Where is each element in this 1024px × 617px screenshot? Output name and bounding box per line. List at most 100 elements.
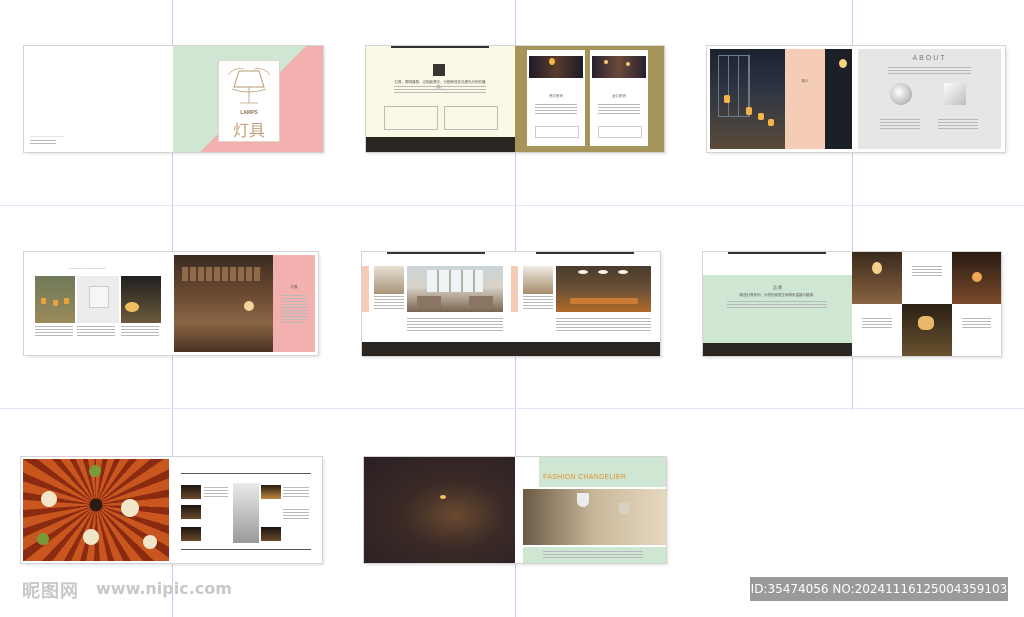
gallery-thumb	[261, 485, 281, 499]
interiors-pink-tab	[511, 266, 518, 312]
pendant-lamp-icon	[64, 298, 69, 304]
products-pink-panel: 灯具	[273, 255, 315, 352]
gallery-lines	[204, 487, 228, 497]
brand-cell-lines	[862, 318, 892, 330]
lamp-logo-icon	[227, 68, 271, 104]
window-frame	[427, 270, 483, 292]
lamp-glow-icon	[626, 62, 630, 66]
about-page: ABOUT	[858, 49, 1001, 149]
gallery-thumb	[181, 527, 201, 541]
intro-top-rule	[391, 46, 489, 48]
brand-green-title: 品 牌	[772, 285, 783, 290]
brand-photo-2	[952, 252, 1001, 304]
about-col-lines	[880, 119, 920, 131]
cover-logo-cn: 灯具	[232, 121, 265, 140]
lantern-icon	[121, 499, 139, 517]
intro-box-right	[444, 106, 498, 130]
pendant-lamp-icon	[53, 300, 58, 306]
brand-text-cell	[952, 304, 1001, 356]
pendant-lamp-icon	[41, 298, 46, 304]
gallery-thumb	[181, 485, 201, 499]
lantern-icon	[37, 533, 49, 545]
card-photo	[592, 56, 646, 78]
kitchen-photo	[174, 255, 273, 352]
cover-footer-lines	[30, 140, 56, 145]
spread-gallery[interactable]	[21, 457, 322, 563]
brand-green-text: 精选灯具系列，为您的家居空间带来温馨与格调。	[739, 293, 817, 297]
intro-card-right: 台灯系列	[590, 50, 648, 146]
interiors-top-rule-left	[387, 252, 485, 254]
cover-logo-en: LAMPS	[240, 110, 258, 116]
brand-green-panel: 品 牌 精选灯具系列，为您的家居空间带来温馨与格调。	[703, 275, 852, 343]
sofa-shape	[417, 296, 441, 308]
brand-top-rule	[728, 252, 826, 254]
pendant-lamp-icon	[618, 270, 628, 274]
about-dark-panel	[825, 49, 852, 149]
interiors-footer-bar	[362, 342, 660, 356]
intro-box-left	[384, 106, 438, 130]
products-lines	[77, 326, 115, 336]
products-photo-3	[121, 276, 161, 323]
intro-emblem	[433, 64, 445, 76]
gallery-thumb	[181, 505, 201, 519]
pendant-lamp-icon	[598, 270, 608, 274]
lamp-glow-icon	[549, 58, 555, 65]
guide-line	[0, 205, 1024, 206]
kitchen-shelves	[182, 267, 262, 281]
products-lines	[121, 326, 159, 336]
card-left-lines	[535, 104, 577, 116]
spread-intro[interactable]: 灯具，照明器具，泛指能透光、分配和改变光源光分布的器具。 吊灯系列 台灯系列	[366, 46, 664, 152]
interiors-lines	[374, 296, 404, 310]
products-photo-2	[77, 276, 119, 323]
image-id-badge: ID:35474056 NO:20241116125004359103	[750, 577, 1008, 601]
intro-card-left: 吊灯系列	[527, 50, 585, 146]
card-left-box	[535, 126, 579, 138]
lantern-icon	[83, 529, 99, 545]
lamp-product-photo	[890, 83, 912, 105]
dining-room-photo	[556, 266, 651, 312]
brand-green-lines	[727, 301, 827, 310]
pendant-lamp-icon	[619, 503, 629, 515]
lamp-product-photo	[944, 83, 966, 105]
pendant-lamp-icon	[758, 113, 764, 120]
card-right-lines	[598, 104, 640, 116]
spread-cover[interactable]: ———— ——————— LAMPS 灯具	[24, 46, 323, 152]
guide-line	[0, 408, 1024, 409]
fashion-title: FASHION CHANDELIER	[543, 474, 627, 481]
spread-fashion[interactable]: FASHION CHANDELIER	[364, 457, 666, 563]
brand-cell-lines	[962, 318, 991, 330]
lantern-icon	[143, 535, 157, 549]
pendant-lamp-icon	[746, 107, 752, 115]
card-right-title: 台灯系列	[612, 94, 626, 98]
cover-logo-card: LAMPS 灯具	[218, 60, 280, 142]
about-title: ABOUT	[912, 55, 947, 62]
sofa-shape	[469, 296, 493, 308]
brand-photo-1	[852, 252, 902, 304]
gallery-rule	[181, 473, 311, 474]
about-panel-label: 简介	[801, 79, 809, 83]
products-pink-title: 灯具	[290, 285, 298, 289]
brand-text-cell	[852, 304, 902, 356]
interiors-lines	[407, 318, 503, 332]
spread-about[interactable]: 简介 ABOUT	[707, 46, 1005, 152]
spread-products[interactable]: ———— ———————— 灯具	[24, 252, 318, 355]
about-pink-panel: 简介	[785, 49, 825, 149]
card-photo	[529, 56, 583, 78]
fashion-green-header	[539, 457, 666, 487]
gallery-thumb	[261, 527, 281, 541]
intro-text-lines	[394, 86, 486, 94]
products-header: ———— ————————	[69, 266, 106, 270]
interiors-lines	[556, 318, 651, 332]
products-pink-lines	[281, 295, 307, 325]
dining-table-shape	[570, 298, 638, 304]
interiors-pink-tab	[362, 266, 369, 312]
lantern-icon	[89, 465, 101, 477]
card-left-title: 吊灯系列	[549, 94, 563, 98]
spread-interiors[interactable]	[362, 252, 660, 356]
fashion-green-footer	[523, 547, 666, 563]
gallery-lines	[283, 487, 309, 497]
spread-brand[interactable]: 品 牌 精选灯具系列，为您的家居空间带来温馨与格调。	[703, 252, 1001, 356]
brand-text-cell	[902, 252, 952, 304]
cover-footer-text: ———— ———————	[30, 134, 64, 138]
watermark-logo: 昵图网	[22, 581, 79, 602]
